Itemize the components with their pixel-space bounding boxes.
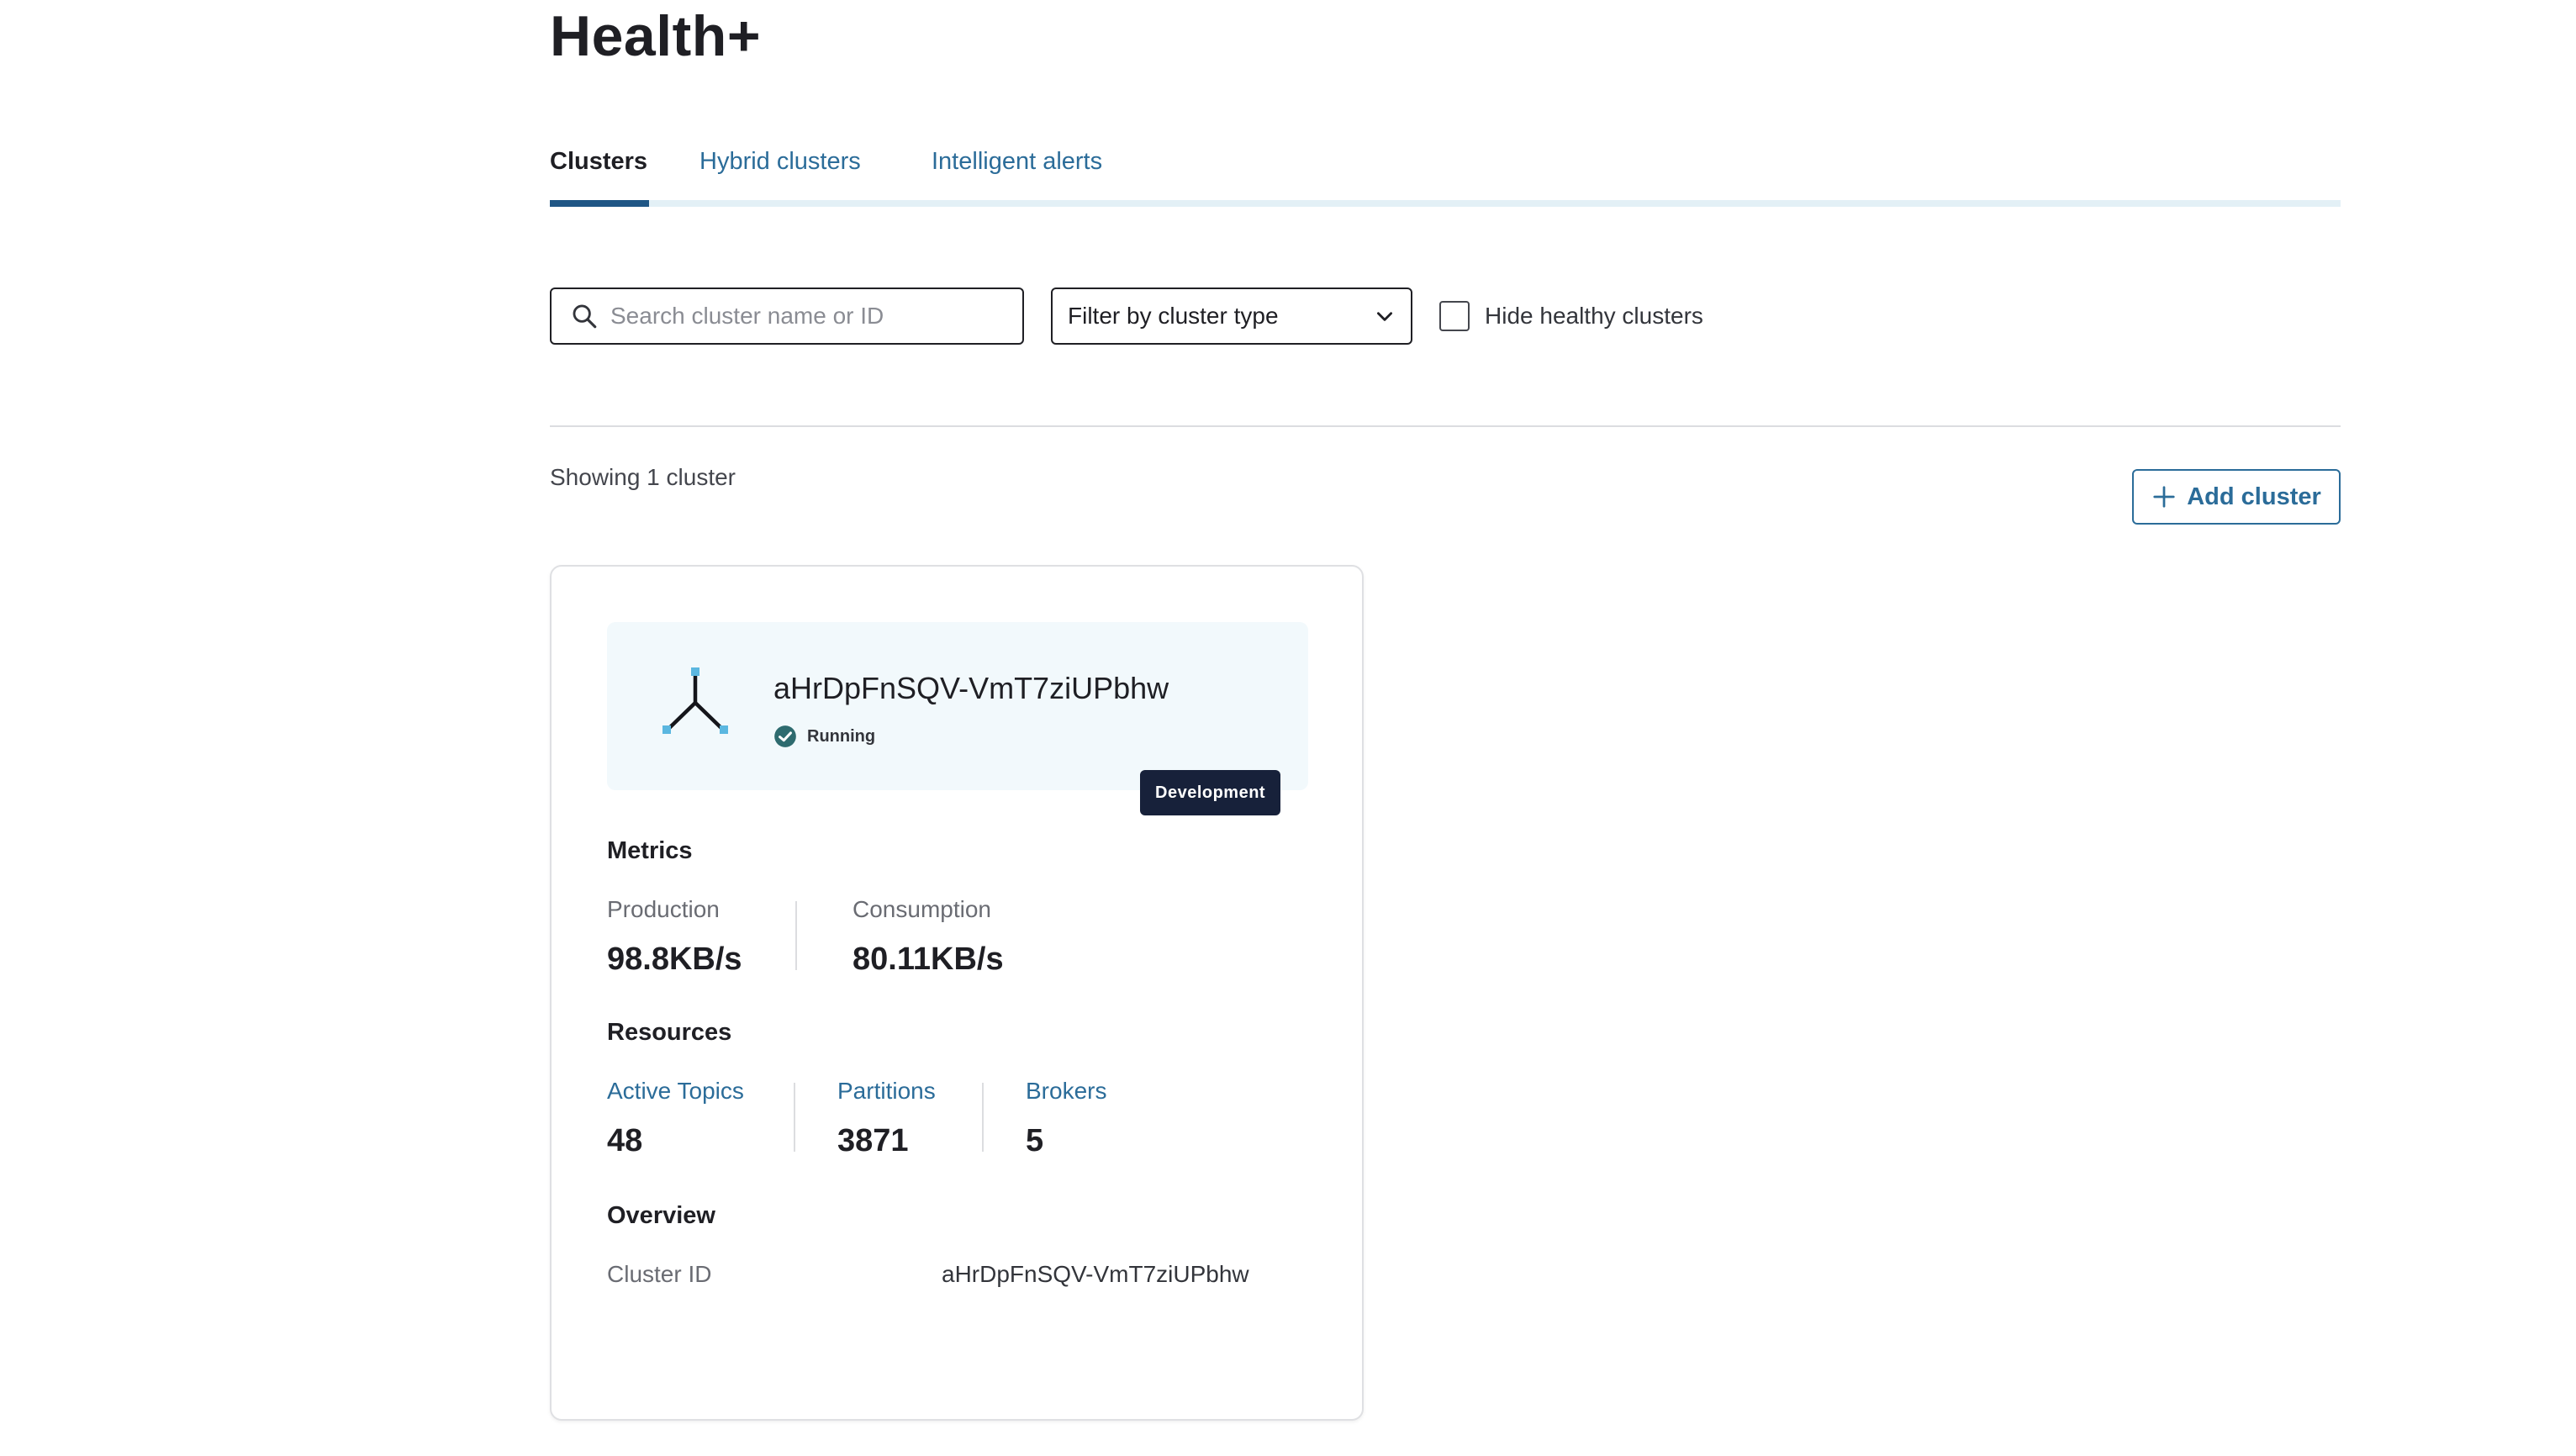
page-title: Health+ (550, 4, 762, 68)
result-count: Showing 1 cluster (550, 464, 736, 490)
overview-title: Overview (607, 1202, 715, 1229)
cluster-card-header: aHrDpFnSQV-VmT7ziUPbhw Running (607, 622, 1308, 790)
resources-separator-2 (982, 1083, 984, 1152)
hide-healthy-checkbox[interactable] (1439, 301, 1470, 331)
search-input[interactable] (610, 303, 1006, 330)
brokers-link[interactable]: Brokers (1026, 1078, 1106, 1105)
cluster-name[interactable]: aHrDpFnSQV-VmT7ziUPbhw (773, 671, 1169, 706)
tab-clusters[interactable]: Clusters (550, 148, 647, 176)
environment-badge: Development (1140, 770, 1281, 815)
filter-selected-value: Filter by cluster type (1068, 303, 1279, 329)
cluster-card[interactable]: aHrDpFnSQV-VmT7ziUPbhw Running Developme… (550, 565, 1364, 1421)
partitions-link[interactable]: Partitions (837, 1078, 936, 1105)
consumption-label: Consumption (853, 896, 991, 922)
resources-title: Resources (607, 1019, 732, 1046)
search-icon (573, 304, 597, 329)
add-cluster-label: Add cluster (2187, 483, 2321, 510)
tab-intelligent-alerts[interactable]: Intelligent alerts (932, 148, 1102, 176)
status-badge: Running (773, 725, 875, 748)
brokers-value: 5 (1026, 1123, 1044, 1158)
tab-bar: Clusters Hybrid clusters Intelligent ale… (550, 148, 2341, 207)
production-value: 98.8KB/s (607, 942, 742, 977)
health-plus-page: Health+ Clusters Hybrid clusters Intelli… (0, 0, 2576, 1456)
consumption-value: 80.11KB/s (853, 942, 1004, 977)
section-divider (550, 425, 2341, 427)
hide-healthy-toggle[interactable]: Hide healthy clusters (1439, 299, 1703, 333)
active-tab-indicator (550, 200, 649, 207)
resources-separator-1 (794, 1083, 795, 1152)
active-topics-value: 48 (607, 1123, 643, 1158)
add-cluster-button[interactable]: Add cluster (2132, 469, 2341, 525)
metrics-title: Metrics (607, 837, 693, 864)
cluster-id-label: Cluster ID (607, 1261, 712, 1287)
search-box[interactable] (550, 288, 1024, 345)
plus-icon (2153, 486, 2175, 508)
cluster-id-value: aHrDpFnSQV-VmT7ziUPbhw (942, 1261, 1249, 1287)
cluster-topology-icon (662, 667, 728, 734)
tab-hybrid-clusters[interactable]: Hybrid clusters (699, 148, 861, 176)
active-topics-link[interactable]: Active Topics (607, 1078, 744, 1105)
tab-rail (550, 200, 2341, 207)
chevron-down-icon (1377, 312, 1392, 321)
check-circle-icon (774, 725, 796, 747)
partitions-value: 3871 (837, 1123, 909, 1158)
cluster-type-filter[interactable]: Filter by cluster type (1051, 288, 1412, 345)
production-label: Production (607, 896, 720, 922)
status-text: Running (807, 726, 876, 746)
hide-healthy-label: Hide healthy clusters (1485, 303, 1703, 329)
metrics-separator (795, 901, 797, 970)
